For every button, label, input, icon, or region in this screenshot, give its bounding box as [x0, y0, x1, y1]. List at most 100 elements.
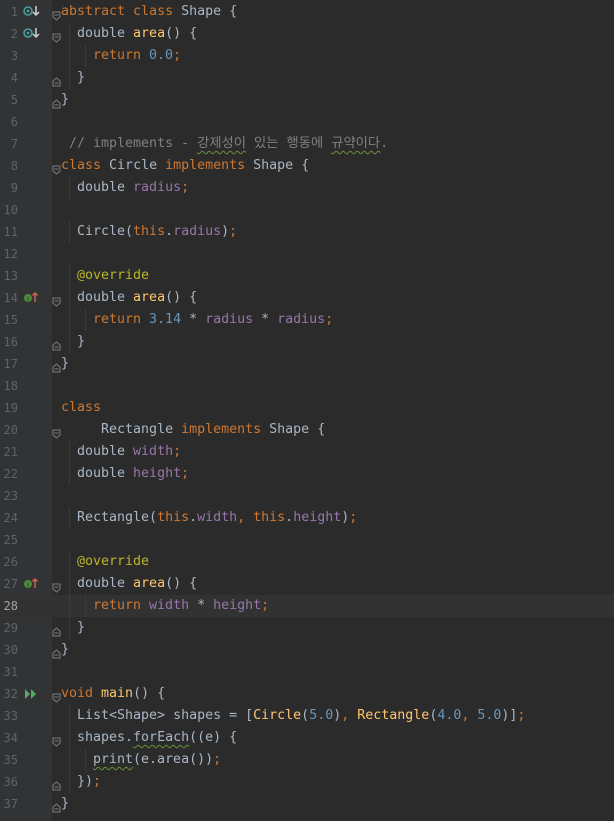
line-number[interactable]: 19 [0, 397, 18, 419]
line-number[interactable]: 3 [0, 45, 18, 67]
line-number[interactable]: 2 [0, 23, 18, 45]
code-line[interactable]: 37} [0, 793, 614, 815]
line-number[interactable]: 7 [0, 133, 18, 155]
code-line[interactable]: 21 double width; [0, 441, 614, 463]
line-number[interactable]: 37 [0, 793, 18, 815]
code-text[interactable]: class Circle implements Shape { [61, 155, 309, 177]
code-text[interactable]: double area() { [77, 573, 197, 595]
code-line[interactable]: 31 [0, 661, 614, 683]
code-line[interactable]: 27 Idouble area() { [0, 573, 614, 595]
code-line[interactable]: 7 // implements - 강제성이 있는 행동에 규약이다. [0, 133, 614, 155]
code-line[interactable]: 14 Idouble area() { [0, 287, 614, 309]
code-text[interactable]: Rectangle(this.width, this.height); [77, 507, 357, 529]
code-text[interactable]: class [61, 397, 101, 419]
code-line[interactable]: 3 return 0.0; [0, 45, 614, 67]
code-line[interactable]: 19 class [0, 397, 614, 419]
code-line[interactable]: 15 return 3.14 * radius * radius; [0, 309, 614, 331]
line-number[interactable]: 4 [0, 67, 18, 89]
line-number[interactable]: 35 [0, 749, 18, 771]
line-number[interactable]: 29 [0, 617, 18, 639]
line-number[interactable]: 24 [0, 507, 18, 529]
line-number[interactable]: 12 [0, 243, 18, 265]
line-number[interactable]: 1 [0, 1, 18, 23]
fold-close-icon[interactable] [52, 337, 61, 351]
code-line[interactable]: 23 [0, 485, 614, 507]
code-text[interactable]: } [77, 331, 85, 353]
override-implemented-icon[interactable] [23, 23, 41, 45]
code-text[interactable]: double radius; [77, 177, 189, 199]
code-line[interactable]: 16} [0, 331, 614, 353]
code-text[interactable]: abstract class Shape { [61, 1, 237, 23]
code-line[interactable]: 20 Rectangle implements Shape { [0, 419, 614, 441]
code-text[interactable]: } [61, 353, 69, 375]
code-line[interactable]: 24 Rectangle(this.width, this.height); [0, 507, 614, 529]
code-text[interactable]: } [61, 89, 69, 111]
fold-close-icon[interactable] [52, 623, 61, 637]
code-line[interactable]: 34 shapes.forEach((e) { [0, 727, 614, 749]
line-number[interactable]: 31 [0, 661, 18, 683]
line-number[interactable]: 13 [0, 265, 18, 287]
code-text[interactable]: } [77, 67, 85, 89]
line-number[interactable]: 28 [0, 595, 18, 617]
code-line[interactable]: 8 class Circle implements Shape { [0, 155, 614, 177]
line-number[interactable]: 17 [0, 353, 18, 375]
fold-open-icon[interactable] [52, 733, 61, 747]
code-text[interactable]: double height; [77, 463, 189, 485]
code-line[interactable]: 13 @override [0, 265, 614, 287]
code-line[interactable]: 26 @override [0, 551, 614, 573]
fold-open-icon[interactable] [52, 29, 61, 43]
line-number[interactable]: 10 [0, 199, 18, 221]
line-number[interactable]: 32 [0, 683, 18, 705]
code-text[interactable]: shapes.forEach((e) { [77, 727, 237, 749]
code-text[interactable]: @override [77, 265, 149, 287]
line-number[interactable]: 20 [0, 419, 18, 441]
fold-close-icon[interactable] [52, 777, 61, 791]
line-number[interactable]: 34 [0, 727, 18, 749]
line-number[interactable]: 36 [0, 771, 18, 793]
code-text[interactable]: Rectangle implements Shape { [61, 419, 325, 441]
implements-method-icon[interactable]: I [23, 287, 41, 309]
code-text[interactable]: void main() { [61, 683, 165, 705]
code-text[interactable]: return width * height; [93, 595, 269, 617]
fold-open-icon[interactable] [52, 425, 61, 439]
fold-open-icon[interactable] [52, 161, 61, 175]
code-text[interactable]: double area() { [77, 287, 197, 309]
code-line[interactable]: 18 [0, 375, 614, 397]
code-line[interactable]: 28 return width * height; [0, 595, 614, 617]
code-line[interactable]: 29} [0, 617, 614, 639]
line-number[interactable]: 26 [0, 551, 18, 573]
code-line[interactable]: 32 void main() { [0, 683, 614, 705]
code-line[interactable]: 11 Circle(this.radius); [0, 221, 614, 243]
line-number[interactable]: 27 [0, 573, 18, 595]
line-number[interactable]: 15 [0, 309, 18, 331]
code-text[interactable]: List<Shape> shapes = [Circle(5.0), Recta… [77, 705, 525, 727]
line-number[interactable]: 25 [0, 529, 18, 551]
line-number[interactable]: 6 [0, 111, 18, 133]
code-line[interactable]: 4} [0, 67, 614, 89]
fold-open-icon[interactable] [52, 293, 61, 307]
code-text[interactable]: print(e.area()); [93, 749, 221, 771]
code-line[interactable]: 22 double height; [0, 463, 614, 485]
fold-close-icon[interactable] [52, 95, 61, 109]
fold-close-icon[interactable] [52, 359, 61, 373]
code-line[interactable]: 36}); [0, 771, 614, 793]
line-number[interactable]: 9 [0, 177, 18, 199]
line-number[interactable]: 14 [0, 287, 18, 309]
code-line[interactable]: 1 abstract class Shape { [0, 1, 614, 23]
code-text[interactable]: @override [77, 551, 149, 573]
code-text[interactable]: }); [77, 771, 101, 793]
line-number[interactable]: 33 [0, 705, 18, 727]
code-line[interactable]: 10 [0, 199, 614, 221]
code-text[interactable]: } [61, 639, 69, 661]
fold-close-icon[interactable] [52, 799, 61, 813]
code-text[interactable]: double width; [77, 441, 181, 463]
code-line[interactable]: 6 [0, 111, 614, 133]
code-line[interactable]: 35 print(e.area()); [0, 749, 614, 771]
code-line[interactable]: 12 [0, 243, 614, 265]
code-line[interactable]: 25 [0, 529, 614, 551]
code-text[interactable]: double area() { [77, 23, 197, 45]
fold-close-icon[interactable] [52, 73, 61, 87]
code-line[interactable]: 9 double radius; [0, 177, 614, 199]
line-number[interactable]: 5 [0, 89, 18, 111]
code-text[interactable]: } [61, 793, 69, 815]
